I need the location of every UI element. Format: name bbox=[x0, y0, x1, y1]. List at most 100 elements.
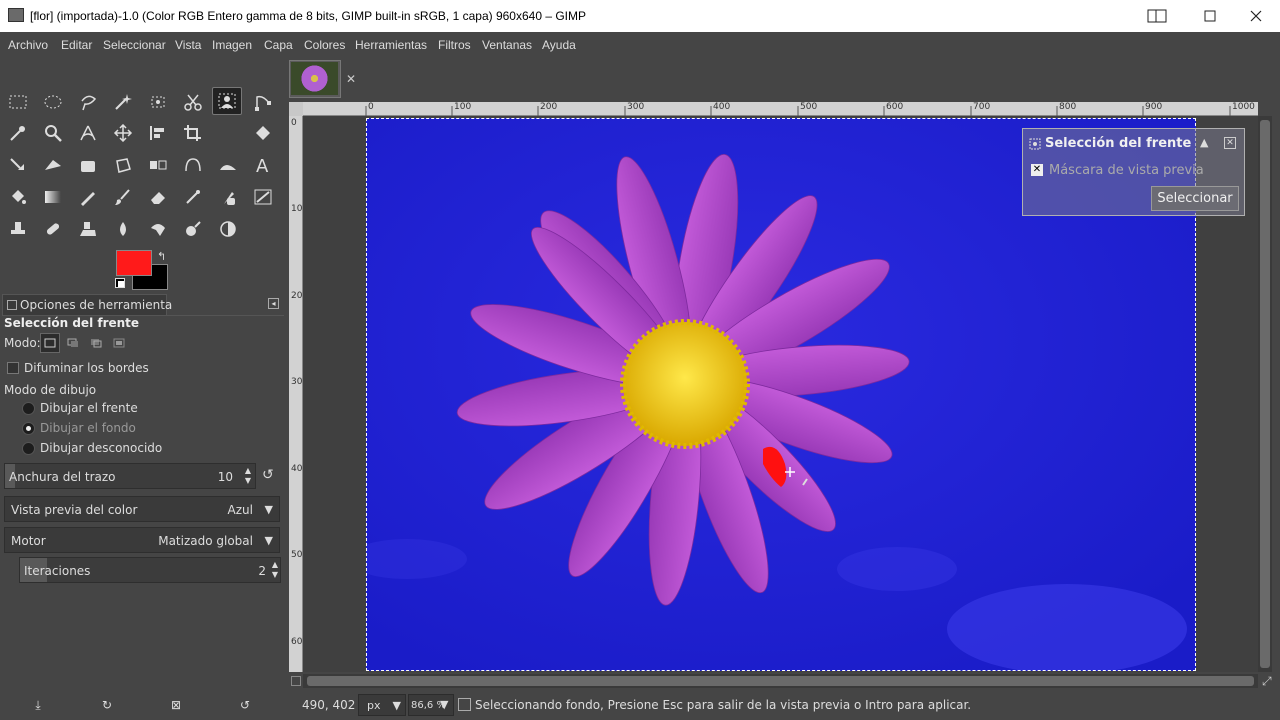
move-tool[interactable] bbox=[108, 119, 138, 147]
menu-filtros[interactable]: Filtros bbox=[438, 38, 471, 52]
desaturate-contrast-icon[interactable] bbox=[213, 215, 243, 243]
mode-label: Modo: bbox=[4, 336, 41, 350]
airbrush-tool[interactable] bbox=[178, 183, 208, 211]
scissors-select-tool[interactable] bbox=[178, 88, 208, 116]
unit-selector[interactable]: px ▼ bbox=[358, 694, 406, 716]
menu-vista[interactable]: Vista bbox=[175, 38, 201, 52]
dodge-burn-tool[interactable] bbox=[178, 215, 208, 243]
ellipse-select-tool[interactable] bbox=[38, 88, 68, 116]
engine-label: Motor bbox=[11, 534, 46, 548]
unified-transform-tool[interactable] bbox=[248, 119, 278, 147]
menu-ayuda[interactable]: Ayuda bbox=[542, 38, 576, 52]
paintbrush-tool[interactable] bbox=[108, 183, 138, 211]
iterations-spinner[interactable]: Iteraciones 2 ▲ ▼ bbox=[19, 557, 281, 583]
reset-stroke-icon[interactable]: ↺ bbox=[262, 467, 274, 483]
handle-transform-tool[interactable] bbox=[38, 151, 68, 179]
foreground-select-tool[interactable] bbox=[212, 87, 242, 115]
draw-unknown-radio[interactable] bbox=[22, 442, 35, 455]
close-tab-icon[interactable]: ✕ bbox=[346, 72, 356, 86]
vertical-ruler[interactable]: 0 100 200 300 400 500 600 bbox=[289, 116, 308, 672]
bucket-fill-tool[interactable] bbox=[3, 183, 33, 211]
perspective-tool[interactable] bbox=[108, 151, 138, 179]
text-tool[interactable]: A bbox=[248, 151, 278, 179]
dock-menu-icon[interactable]: ◂ bbox=[268, 298, 279, 309]
menu-editar[interactable]: Editar bbox=[61, 38, 92, 52]
measure-tool[interactable] bbox=[73, 119, 103, 147]
paths-tool[interactable] bbox=[248, 88, 278, 116]
menu-seleccionar[interactable]: Seleccionar bbox=[103, 38, 166, 52]
heal-tool[interactable] bbox=[38, 215, 68, 243]
menu-archivo[interactable]: Archivo bbox=[8, 38, 48, 52]
smudge-like-tool[interactable] bbox=[213, 151, 243, 179]
pointer-coordinates: 490, 402 bbox=[302, 698, 356, 712]
preview-mask-label: Máscara de vista previa bbox=[1049, 163, 1204, 178]
warp-transform-tool[interactable] bbox=[3, 151, 33, 179]
close-dialog-icon[interactable]: ✕ bbox=[1224, 137, 1236, 149]
smudge-tool[interactable] bbox=[143, 215, 173, 243]
color-picker-tool[interactable] bbox=[3, 119, 33, 147]
perspective-clone-tool[interactable] bbox=[73, 215, 103, 243]
pencil-tool[interactable] bbox=[73, 183, 103, 211]
chevron-down-icon: ▼ bbox=[392, 699, 401, 712]
eraser-tool[interactable] bbox=[143, 183, 173, 211]
feather-edges-checkbox[interactable] bbox=[7, 362, 19, 374]
foreground-select-status-icon bbox=[458, 698, 471, 711]
close-window-button[interactable] bbox=[1233, 0, 1279, 32]
flip-tool[interactable] bbox=[143, 151, 173, 179]
mode-subtract-icon[interactable] bbox=[86, 333, 106, 353]
menu-colores[interactable]: Colores bbox=[304, 38, 345, 52]
align-tool[interactable] bbox=[143, 119, 173, 147]
restore-preset-icon[interactable]: ↻ bbox=[99, 698, 115, 714]
menu-imagen[interactable]: Imagen bbox=[212, 38, 252, 52]
stroke-width-arrows-icon[interactable]: ▲ ▼ bbox=[245, 466, 251, 486]
ink-tool[interactable] bbox=[213, 183, 243, 211]
horizontal-ruler[interactable]: 0 100 200 300 400 500 600 700 800 900 10… bbox=[303, 102, 1258, 116]
color-preview-combo[interactable]: Vista previa del color Azul ▼ bbox=[4, 496, 280, 522]
select-by-color-tool[interactable] bbox=[143, 88, 173, 116]
menu-ventanas[interactable]: Ventanas bbox=[482, 38, 532, 52]
engine-combo[interactable]: Motor Matizado global ▼ bbox=[4, 527, 280, 553]
menu-herramientas[interactable]: Herramientas bbox=[355, 38, 427, 52]
free-select-tool[interactable] bbox=[73, 88, 103, 116]
draw-background-radio[interactable] bbox=[22, 422, 35, 435]
quick-mask-toggle-icon[interactable] bbox=[291, 676, 301, 686]
zoom-tool[interactable] bbox=[38, 119, 68, 147]
stroke-width-spinner[interactable]: Anchura del trazo 10 ▲ ▼ bbox=[4, 463, 256, 489]
blur-sharpen-tool[interactable] bbox=[108, 215, 138, 243]
tool-options-tab-label: Opciones de herramienta bbox=[20, 298, 173, 312]
transform-path-tool[interactable] bbox=[178, 151, 208, 179]
draw-foreground-radio[interactable] bbox=[22, 402, 35, 415]
preview-mask-checkbox[interactable]: ✕ bbox=[1031, 164, 1043, 176]
vertical-scrollbar[interactable] bbox=[1258, 116, 1272, 672]
gradient-tool[interactable] bbox=[38, 183, 68, 211]
cage-transform-tool[interactable] bbox=[73, 151, 103, 179]
collapse-dialog-icon[interactable]: ▲ bbox=[1200, 136, 1208, 149]
menu-capa[interactable]: Capa bbox=[264, 38, 293, 52]
ruler-corner[interactable] bbox=[289, 102, 303, 116]
mode-add-icon[interactable] bbox=[63, 333, 83, 353]
tool-options-title: Selección del frente bbox=[4, 316, 140, 330]
iterations-arrows-icon[interactable]: ▲ ▼ bbox=[272, 560, 278, 580]
reset-options-icon[interactable]: ↺ bbox=[237, 698, 253, 714]
clone-tool[interactable] bbox=[3, 215, 33, 243]
mode-replace-icon[interactable] bbox=[40, 333, 60, 353]
default-colors-icon[interactable] bbox=[115, 278, 125, 288]
fuzzy-select-tool[interactable] bbox=[108, 88, 138, 116]
delete-preset-icon[interactable]: ⊠ bbox=[168, 698, 184, 714]
foreground-color-swatch[interactable] bbox=[116, 250, 152, 276]
navigate-icon[interactable]: ⤢ bbox=[1262, 674, 1272, 689]
horizontal-scrollbar[interactable] bbox=[303, 674, 1258, 688]
chevron-down-icon: ▼ bbox=[264, 534, 273, 547]
save-preset-icon[interactable]: ⤓ bbox=[30, 698, 46, 714]
crop-tool[interactable] bbox=[178, 119, 208, 147]
rect-select-tool[interactable] bbox=[3, 88, 33, 116]
mode-intersect-icon[interactable] bbox=[109, 333, 129, 353]
swap-colors-icon[interactable]: ↰ bbox=[157, 250, 166, 263]
mypaint-brush-tool[interactable] bbox=[248, 183, 278, 211]
maximize-button[interactable] bbox=[1187, 0, 1233, 32]
chevron-down-icon[interactable]: ▼ bbox=[440, 698, 448, 711]
stroke-width-value: 10 bbox=[217, 470, 233, 484]
snap-layout-icon[interactable] bbox=[1134, 0, 1180, 32]
tool-options-tab[interactable]: Opciones de herramienta bbox=[2, 294, 172, 315]
select-button[interactable]: Seleccionar bbox=[1151, 186, 1239, 211]
